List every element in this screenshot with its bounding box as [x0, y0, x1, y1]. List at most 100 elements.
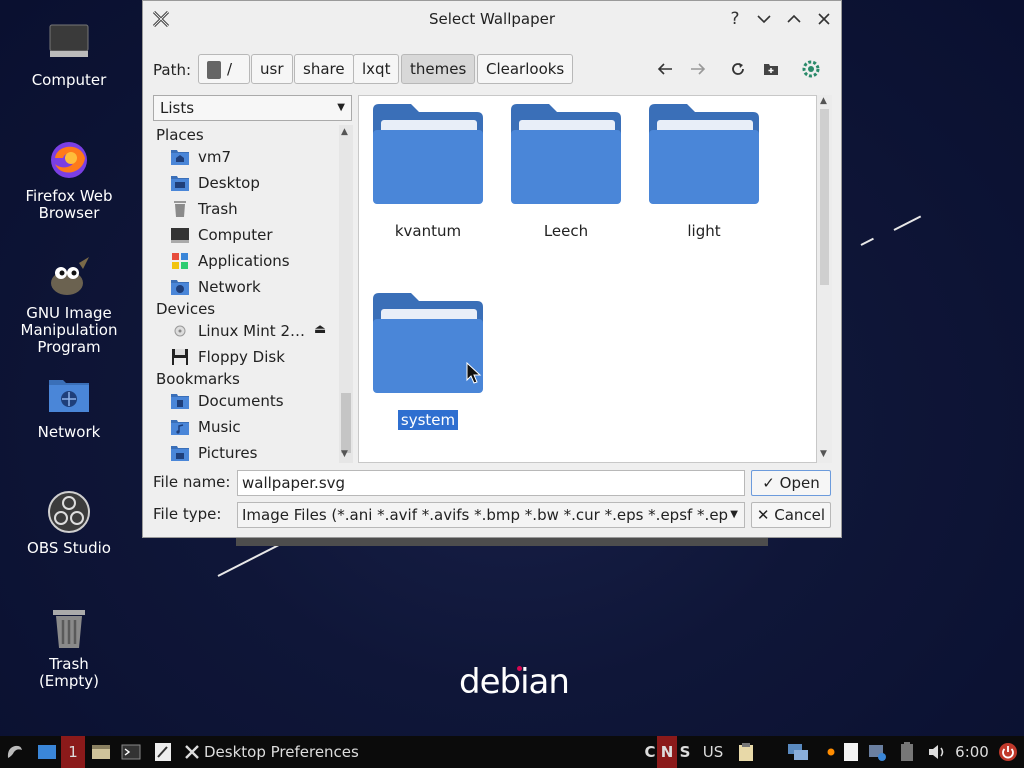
scroll-down-icon[interactable]: ▼ — [820, 449, 827, 459]
desktop-icon-label: Network — [37, 423, 101, 441]
folder-leech[interactable]: Leech — [509, 100, 623, 240]
sidebar-scrollbar[interactable]: ▲ ▼ — [339, 125, 353, 463]
desktop-icon-computer[interactable]: Computer — [9, 22, 129, 89]
titlebar[interactable]: Select Wallpaper ? — [143, 1, 841, 37]
start-menu-icon[interactable] — [4, 740, 26, 764]
crumb-themes[interactable]: themes — [401, 54, 476, 84]
keyboard-layout[interactable]: US — [700, 740, 726, 764]
forward-arrow-icon[interactable] — [686, 57, 710, 81]
sidebar-item-linux-mint[interactable]: Linux Mint 2… ⏏ — [169, 320, 339, 344]
scroll-thumb[interactable] — [820, 109, 829, 285]
network-folder-icon — [47, 374, 91, 418]
desktop-icon-trash[interactable]: Trash (Empty) — [9, 606, 129, 690]
text-editor-icon[interactable] — [152, 740, 174, 764]
checkmark-icon: ✓ — [762, 474, 775, 492]
folder-light[interactable]: light — [647, 100, 761, 240]
sidebar-item-trash[interactable]: Trash — [169, 198, 339, 222]
sidebar-item-desktop[interactable]: Desktop — [169, 172, 339, 196]
file-view-scrollbar[interactable]: ▲ ▼ — [817, 95, 832, 463]
crumb-root[interactable]: / — [198, 54, 250, 84]
music-folder-icon — [171, 420, 189, 435]
eject-icon[interactable]: ⏏ — [314, 322, 326, 337]
file-name-label: File name: — [153, 473, 231, 491]
desktop-icon-firefox[interactable]: Firefox Web Browser — [9, 138, 129, 222]
firefox-icon — [47, 138, 91, 182]
notes-icon[interactable] — [842, 740, 860, 764]
desktop-icon-label: OBS Studio — [27, 539, 111, 557]
dropdown-arrow-icon: ▼ — [730, 503, 738, 527]
file-type-label: File type: — [153, 505, 222, 523]
folder-system[interactable]: system — [371, 289, 485, 430]
applications-icon — [172, 253, 188, 269]
file-view[interactable]: kvantum Leech light system — [358, 95, 817, 463]
desktop-icon-label: Trash (Empty) — [38, 655, 100, 690]
bookmarks-header: Bookmarks — [156, 370, 240, 388]
taskbar: 1 Desktop Preferences C N S US 6:00 — [0, 736, 1024, 768]
show-desktop-icon[interactable] — [36, 740, 58, 764]
task-desktop-preferences[interactable]: Desktop Preferences — [184, 740, 364, 764]
workspace-1[interactable]: 1 — [61, 736, 85, 768]
clock[interactable]: 6:00 — [952, 740, 992, 764]
file-type-select[interactable]: Image Files (*.ani *.avif *.avifs *.bmp … — [237, 502, 745, 528]
scroll-up-icon[interactable]: ▲ — [820, 96, 827, 106]
sidebar-item-vm7[interactable]: vm7 — [169, 146, 339, 170]
close-icon — [818, 13, 830, 25]
network-status-icon[interactable] — [785, 740, 811, 764]
desktop-icon-network[interactable]: Network — [9, 374, 129, 441]
sidebar-item-music[interactable]: Music — [169, 416, 339, 440]
floppy-disk-icon — [172, 349, 188, 365]
desktop-icon-gimp[interactable]: GNU Image Manipulation Program — [9, 255, 129, 356]
desktop-icon-obs[interactable]: OBS Studio — [9, 490, 129, 557]
disk-status-icon[interactable] — [866, 740, 888, 764]
sidebar-item-floppy[interactable]: Floppy Disk — [169, 346, 339, 370]
network-folder-icon — [171, 280, 189, 295]
sidebar-item-applications[interactable]: Applications — [169, 250, 339, 274]
crumb-lxqt[interactable]: lxqt — [353, 54, 400, 84]
home-folder-icon — [171, 150, 189, 165]
scroll-thumb[interactable] — [341, 393, 351, 453]
new-folder-icon[interactable] — [759, 57, 783, 81]
sidebar-item-pictures[interactable]: Pictures — [169, 442, 339, 466]
refresh-icon[interactable] — [726, 57, 750, 81]
devices-header: Devices — [156, 300, 216, 318]
battery-icon[interactable] — [898, 740, 916, 764]
trash-icon — [174, 201, 186, 217]
dialog-shadow — [236, 538, 768, 546]
sidebar-item-network[interactable]: Network — [169, 276, 339, 300]
wallpaper-swoosh — [217, 544, 280, 577]
crumb-clearlooks[interactable]: Clearlooks — [477, 54, 574, 84]
view-mode-select[interactable]: Lists ▼ — [153, 95, 352, 121]
folder-icon — [649, 104, 759, 204]
pictures-folder-icon — [171, 446, 189, 461]
file-name-input[interactable]: wallpaper.svg — [237, 470, 745, 496]
scroll-down-icon[interactable]: ▼ — [341, 449, 348, 459]
open-button[interactable]: ✓ Open — [751, 470, 831, 496]
keyboard-scroll-indicator: S — [679, 743, 691, 761]
sidebar-item-documents[interactable]: Documents — [169, 390, 339, 414]
power-icon[interactable] — [997, 740, 1019, 764]
keyboard-caps-indicator: C — [644, 743, 656, 761]
dropdown-arrow-icon: ▼ — [337, 102, 345, 113]
terminal-icon[interactable] — [120, 740, 142, 764]
volume-icon[interactable] — [926, 740, 948, 764]
desktop-folder-icon — [171, 176, 189, 191]
minimize-button[interactable] — [752, 7, 776, 31]
scroll-up-icon[interactable]: ▲ — [341, 127, 348, 137]
close-button[interactable] — [812, 7, 836, 31]
clipboard-icon[interactable] — [736, 740, 756, 764]
help-button[interactable]: ? — [723, 7, 747, 31]
maximize-button[interactable] — [782, 7, 806, 31]
select-wallpaper-dialog: Select Wallpaper ? Path: / usr share lxq… — [142, 0, 842, 538]
crumb-share[interactable]: share — [294, 54, 354, 84]
options-gear-icon[interactable] — [799, 57, 823, 81]
sidebar-item-computer[interactable]: Computer — [169, 224, 339, 248]
desktop-icon-label: GNU Image Manipulation Program — [20, 304, 118, 356]
folder-kvantum[interactable]: kvantum — [371, 100, 485, 240]
crumb-usr[interactable]: usr — [251, 54, 293, 84]
back-arrow-icon[interactable] — [653, 57, 677, 81]
chevron-down-icon — [757, 15, 771, 24]
preferences-x-icon — [185, 745, 199, 759]
file-manager-icon[interactable] — [90, 740, 112, 764]
update-notifier-icon[interactable] — [826, 740, 836, 764]
cancel-button[interactable]: ✕ Cancel — [751, 502, 831, 528]
